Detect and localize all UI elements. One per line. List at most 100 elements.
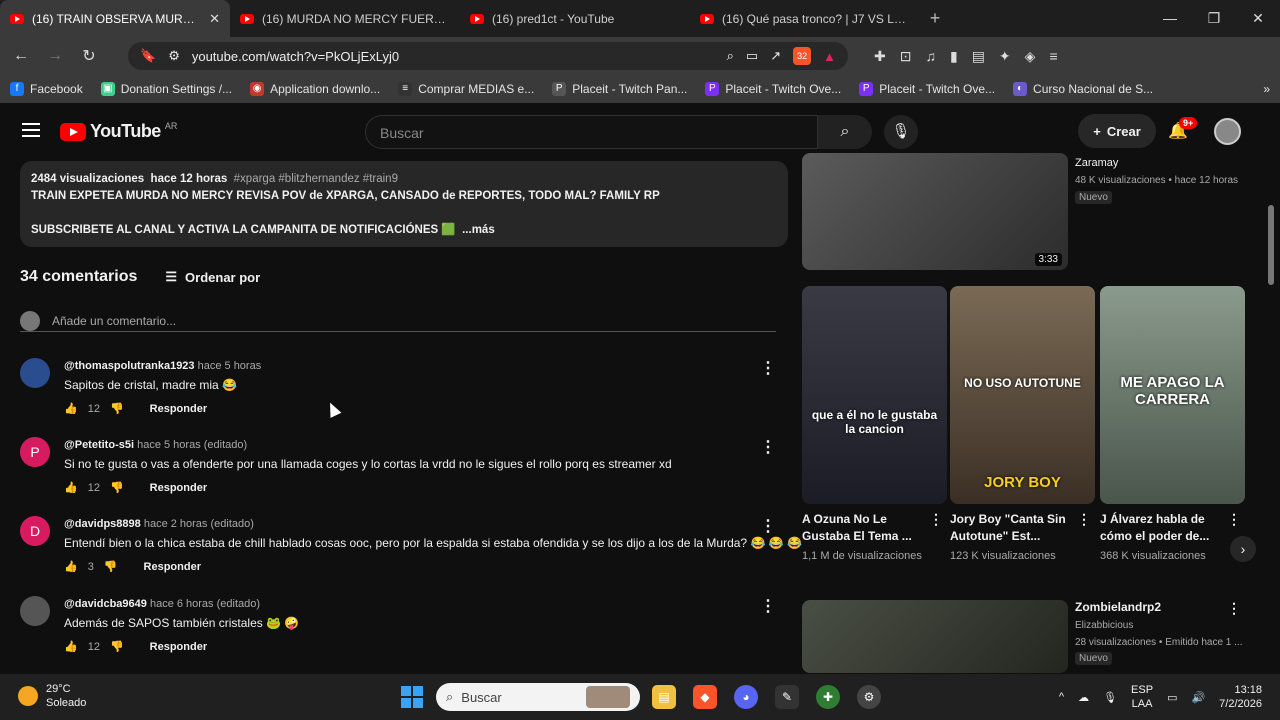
dislike-icon[interactable]: 👎 — [104, 560, 118, 573]
short-thumbnail[interactable]: NO USO AUTOTUNE JORY BOY — [950, 286, 1095, 504]
bookmark-item[interactable]: ◐ Curso Nacional de S... — [1013, 82, 1153, 96]
short-thumbnail[interactable]: que a él no le gustaba la cancion — [802, 286, 947, 504]
short-info[interactable]: A Ozuna No Le Gustaba El Tema ... 1,1 M … — [802, 511, 947, 564]
short-info[interactable]: J Álvarez habla de cómo el poder de... 3… — [1100, 511, 1245, 564]
bookmark-item[interactable]: P Placeit - Twitch Ove... — [705, 82, 841, 96]
video-info[interactable]: Zaramay 48 K visualizaciones • hace 12 h… — [1075, 157, 1255, 205]
comment-time[interactable]: hace 6 horas (editado) — [150, 598, 260, 610]
comment-author[interactable]: @thomaspolutranka1923 — [64, 360, 195, 372]
bookmark-item[interactable]: P Placeit - Twitch Ove... — [859, 82, 995, 96]
video-thumbnail[interactable] — [802, 600, 1068, 673]
bookmark-item[interactable]: f Facebook — [10, 82, 83, 96]
create-button[interactable]: + Crear — [1078, 114, 1156, 148]
mic-icon[interactable]: 🎙 — [1103, 691, 1117, 704]
comment-author[interactable]: @Petetito-s5i — [64, 439, 134, 451]
search-input[interactable]: Buscar — [365, 115, 818, 149]
chevron-up-icon[interactable]: ^ — [1059, 691, 1064, 703]
more-options-icon[interactable]: ⋮ — [760, 358, 776, 378]
more-options-icon[interactable]: ⋮ — [1227, 511, 1241, 528]
bookmark-item[interactable]: P Placeit - Twitch Pan... — [552, 82, 687, 96]
windows-start-icon[interactable] — [401, 686, 423, 708]
forward-icon[interactable]: → — [42, 47, 68, 65]
language-indicator[interactable]: ESP LAA — [1131, 683, 1153, 711]
short-info[interactable]: Jory Boy "Canta Sin Autotune" Est... 123… — [950, 511, 1095, 564]
more-options-icon[interactable]: ⋮ — [1227, 600, 1241, 617]
menu-icon[interactable] — [22, 123, 40, 141]
dislike-icon[interactable]: 👎 — [110, 402, 124, 415]
bookmark-item[interactable]: ▣ Donation Settings /... — [100, 82, 232, 96]
dislike-icon[interactable]: 👎 — [110, 481, 124, 494]
brave-shields-icon[interactable]: 32 — [793, 47, 812, 65]
scrollbar-thumb[interactable] — [1268, 205, 1274, 285]
avatar[interactable]: D — [20, 516, 50, 546]
url-field[interactable]: 🔖 ⚙ youtube.com/watch?v=PkOLjExLyj0 ⌕ ▭ … — [128, 42, 848, 70]
like-icon[interactable]: 👍 — [64, 402, 78, 415]
maximize-icon[interactable]: ❐ — [1192, 10, 1236, 27]
voice-search-button[interactable]: 🎙 — [884, 115, 918, 149]
more-options-icon[interactable]: ⋮ — [1077, 511, 1091, 528]
leo-icon[interactable]: ✦ — [999, 48, 1011, 65]
bookmark-item[interactable]: ◉ Application downlo... — [250, 82, 380, 96]
screenshot-icon[interactable]: ⊡ — [900, 48, 912, 65]
zoom-icon[interactable]: ⌕ — [727, 48, 734, 64]
show-more-link[interactable]: ...más — [462, 224, 495, 236]
like-icon[interactable]: 👍 — [64, 560, 78, 573]
reply-button[interactable]: Responder — [144, 561, 201, 573]
reply-button[interactable]: Responder — [150, 641, 207, 653]
comment-author[interactable]: @davidcba9649 — [64, 598, 147, 610]
account-avatar[interactable] — [1214, 118, 1241, 145]
dislike-icon[interactable]: 👎 — [110, 640, 124, 653]
comment-time[interactable]: hace 5 horas — [198, 360, 262, 372]
channel-name[interactable]: Elizabbicious — [1075, 620, 1255, 631]
app-icon[interactable]: ✚ — [816, 685, 840, 709]
add-comment-field[interactable]: Añade un comentario... — [20, 310, 776, 332]
video-description[interactable]: 2484 visualizaciones hace 12 horas #xpar… — [20, 161, 788, 247]
video-info[interactable]: Zombielandrp2 Elizabbicious 28 visualiza… — [1075, 600, 1255, 666]
reply-button[interactable]: Responder — [150, 403, 207, 415]
extensions-icon[interactable]: ✚ — [874, 48, 886, 65]
more-options-icon[interactable]: ⋮ — [760, 596, 776, 616]
comment-author[interactable]: @davidps8898 — [64, 518, 141, 530]
brave-rewards-icon[interactable]: ▲ — [823, 49, 836, 64]
url-text[interactable]: youtube.com/watch?v=PkOLjExLyj0 — [192, 49, 715, 64]
hashtags[interactable]: #xparga #blitzhernandez #train9 — [234, 173, 398, 185]
avatar[interactable] — [20, 358, 50, 388]
discord-icon[interactable]: ◕ — [734, 685, 758, 709]
cloud-icon[interactable]: ☁ — [1078, 691, 1089, 704]
video-thumbnail[interactable]: 3:33 — [802, 153, 1068, 270]
channel-name[interactable]: Zaramay — [1075, 157, 1255, 169]
bookmark-item[interactable]: ≡ Comprar MEDIAS e... — [398, 82, 534, 96]
back-icon[interactable]: ← — [8, 47, 34, 65]
browser-tab-1[interactable]: (16) TRAIN OBSERVA MURDA NC ✕ — [0, 0, 230, 37]
sidebar-icon[interactable]: ▮ — [950, 48, 958, 65]
settings-icon[interactable]: ⚙ — [857, 685, 881, 709]
comment-time[interactable]: hace 2 horas (editado) — [144, 518, 254, 530]
like-icon[interactable]: 👍 — [64, 640, 78, 653]
reply-button[interactable]: Responder — [150, 482, 207, 494]
avatar[interactable] — [20, 596, 50, 626]
reload-icon[interactable]: ↻ — [76, 46, 102, 66]
youtube-logo[interactable]: YouTube AR — [60, 121, 177, 142]
short-thumbnail[interactable]: ME APAGO LA CARRERA — [1100, 286, 1245, 504]
browser-tab-4[interactable]: (16) Qué pasa tronco? | J7 VS La 13th — [690, 0, 920, 37]
cast-icon[interactable]: ▭ — [746, 48, 758, 64]
wallet-icon[interactable]: ▤ — [972, 48, 985, 65]
browser-tab-2[interactable]: (16) MURDA NO MERCY FUERTE DISC — [230, 0, 460, 37]
network-icon[interactable]: ▭ — [1167, 691, 1177, 704]
bookmark-icon[interactable]: 🔖 — [140, 48, 156, 64]
more-options-icon[interactable]: ⋮ — [760, 516, 776, 536]
close-window-icon[interactable]: ✕ — [1236, 10, 1280, 27]
more-bookmarks-icon[interactable]: » — [1263, 82, 1270, 96]
new-tab-button[interactable]: + — [920, 8, 950, 29]
clock[interactable]: 13:18 7/2/2026 — [1219, 683, 1262, 711]
more-options-icon[interactable]: ⋮ — [929, 511, 943, 528]
media-icon[interactable]: ♫ — [925, 48, 936, 65]
browser-tab-3[interactable]: (16) pred1ct - YouTube — [460, 0, 690, 37]
like-icon[interactable]: 👍 — [64, 481, 78, 494]
avatar[interactable]: P — [20, 437, 50, 467]
site-info-icon[interactable]: ⚙ — [168, 48, 180, 64]
vpn-icon[interactable]: ◈ — [1025, 48, 1036, 65]
editor-icon[interactable]: ✎ — [775, 685, 799, 709]
menu-icon[interactable]: ≡ — [1049, 48, 1057, 65]
search-button[interactable]: ⌕ — [818, 115, 872, 149]
